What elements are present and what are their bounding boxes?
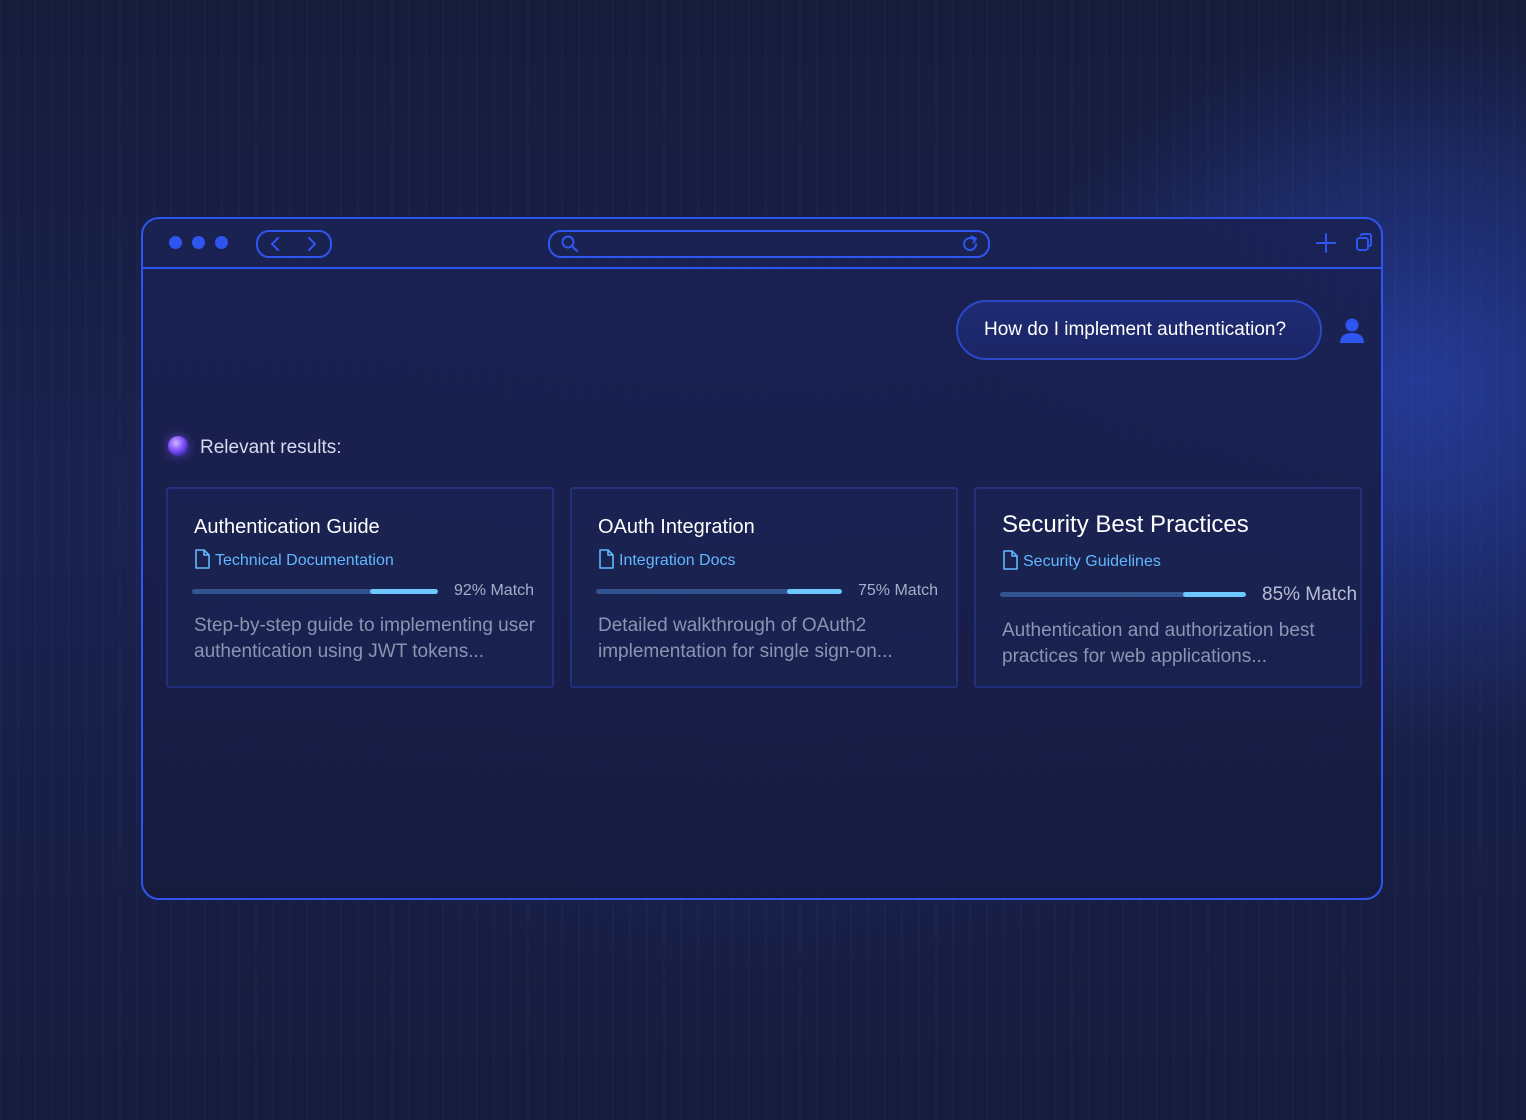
result-description: Step-by-step guide to implementing user …: [194, 615, 536, 662]
match-progress-bar: [192, 589, 438, 594]
result-title: OAuth Integration: [598, 516, 755, 538]
match-progress-fill: [370, 589, 438, 594]
result-title: Security Best Practices: [1002, 511, 1249, 538]
match-progress-fill: [786, 589, 842, 594]
address-bar[interactable]: [548, 230, 990, 258]
result-source[interactable]: Integration Docs: [598, 548, 736, 574]
window-dot-maximize[interactable]: [215, 236, 228, 249]
match-score: 85% Match: [1262, 584, 1358, 605]
result-description: Detailed walkthrough of OAuth2 implement…: [598, 615, 893, 662]
result-card[interactable]: Security Best Practices Security Guideli…: [974, 487, 1362, 688]
browser-window: How do I implement authentication? Relev…: [141, 217, 1383, 900]
navigation-controls: [256, 230, 332, 258]
user-message-bubble: How do I implement authentication?: [956, 300, 1322, 360]
result-source-label: Technical Documentation: [215, 552, 394, 569]
window-dot-minimize[interactable]: [192, 236, 205, 249]
match-score: 75% Match: [858, 582, 939, 599]
assistant-orb-icon: [168, 436, 188, 456]
document-icon: [194, 548, 210, 574]
result-source-label: Integration Docs: [619, 552, 736, 569]
match-score: 92% Match: [454, 582, 535, 599]
search-icon: [560, 234, 580, 259]
result-title: Authentication Guide: [194, 516, 380, 538]
address-input[interactable]: [586, 233, 950, 255]
result-description: Authentication and authorization best pr…: [1002, 620, 1315, 667]
chevron-right-icon[interactable]: [301, 234, 321, 254]
chevron-left-icon[interactable]: [266, 234, 286, 254]
result-source[interactable]: Technical Documentation: [194, 548, 394, 574]
result-source[interactable]: Security Guidelines: [1002, 549, 1161, 575]
result-card[interactable]: OAuth Integration Integration Docs 75% M…: [570, 487, 958, 688]
copy-icon[interactable]: [1354, 232, 1374, 257]
result-source-label: Security Guidelines: [1023, 553, 1161, 570]
plus-icon[interactable]: [1315, 232, 1337, 259]
user-avatar-icon: [1337, 316, 1367, 351]
document-icon: [1002, 549, 1018, 575]
results-heading: Relevant results:: [200, 437, 342, 458]
match-progress-bar: [1000, 592, 1246, 597]
result-card[interactable]: Authentication Guide Technical Documenta…: [166, 487, 554, 688]
match-progress-bar: [596, 589, 842, 594]
browser-toolbar: [143, 219, 1381, 269]
user-message-text: How do I implement authentication?: [984, 319, 1287, 340]
document-icon: [598, 548, 614, 574]
match-progress-fill: [1183, 592, 1246, 597]
window-dot-close[interactable]: [169, 236, 182, 249]
reload-icon[interactable]: [960, 234, 980, 259]
